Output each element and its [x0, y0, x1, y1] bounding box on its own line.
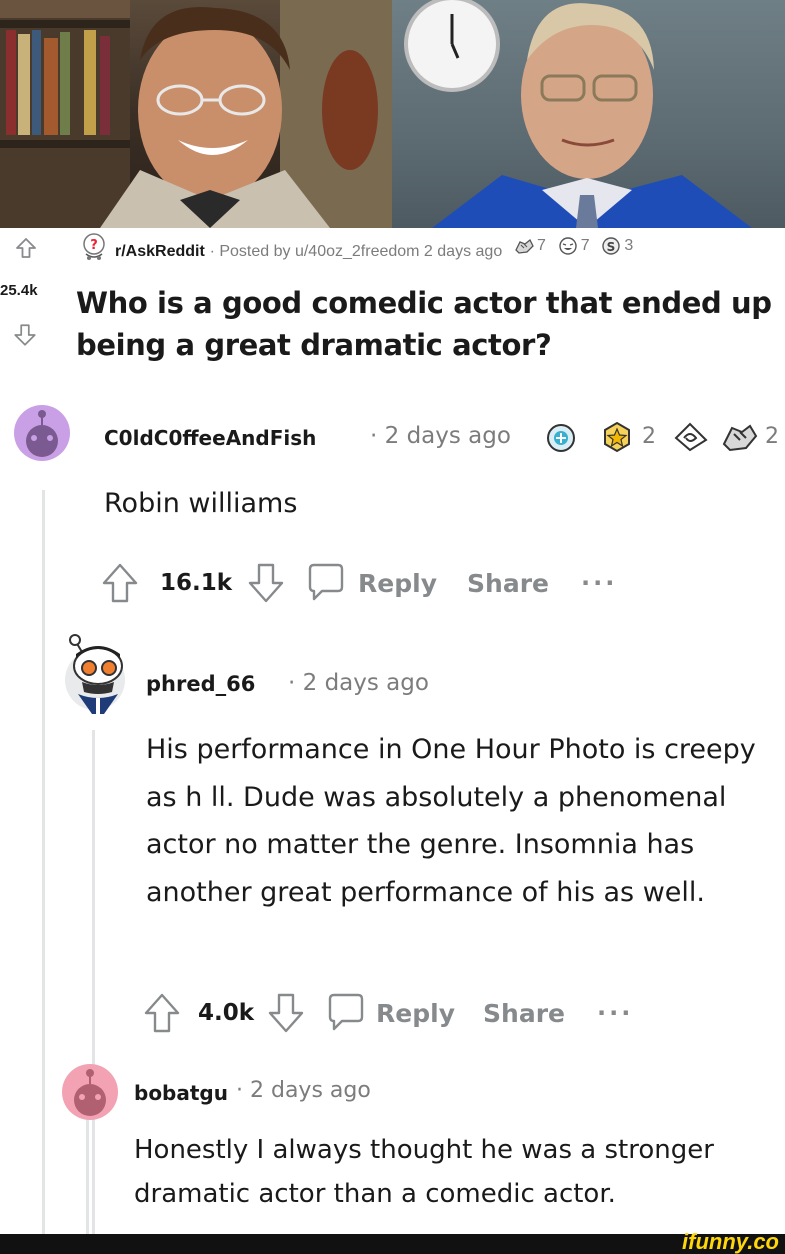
post-score: 25.4k — [0, 282, 38, 299]
share-button[interactable]: Share — [483, 999, 565, 1028]
thread-line[interactable] — [92, 730, 95, 1240]
comment-score: 16.1k — [160, 570, 233, 596]
award-gold-star-icon[interactable] — [600, 420, 634, 454]
thread-line[interactable] — [42, 490, 45, 1240]
comment-author[interactable]: C0ldC0ffeeAndFish — [104, 426, 316, 450]
comment-time: · 2 days ago — [370, 423, 511, 449]
comment-author[interactable]: bobatgu — [134, 1081, 228, 1105]
downvote-arrow-icon[interactable] — [246, 561, 286, 605]
comment-actions: 16.1k Reply Share ··· — [100, 560, 617, 606]
award-coin-icon: S — [602, 237, 621, 255]
post-meta-line: r/AskReddit · Posted by u/40oz_2freedom … — [115, 236, 633, 261]
comment-body: His performance in One Hour Photo is cre… — [146, 734, 756, 908]
ifunny-watermark: ifunny.co — [682, 1229, 779, 1254]
subreddit-name[interactable]: r/AskReddit — [115, 243, 205, 260]
award-count: 7 — [580, 237, 590, 254]
avatar[interactable] — [62, 1064, 118, 1120]
thread-line[interactable] — [86, 1100, 89, 1240]
reply-bubble-icon[interactable] — [324, 991, 368, 1035]
photo-left — [0, 0, 392, 228]
comment-body: Robin williams — [104, 488, 298, 519]
award-spiral-icon[interactable] — [672, 420, 710, 454]
comment-author[interactable]: phred_66 — [146, 672, 255, 696]
subreddit-icon[interactable]: ? — [80, 233, 108, 261]
footer-bar — [0, 1234, 785, 1254]
more-options-button[interactable]: ··· — [597, 999, 633, 1027]
avatar[interactable] — [62, 630, 128, 714]
post-award-3[interactable]: S 3 — [600, 236, 633, 256]
award-count: 7 — [537, 237, 546, 254]
comment-actions: 4.0k Reply Share ··· — [142, 990, 633, 1036]
award-count: 2 — [765, 424, 779, 449]
post-award-2[interactable]: 7 — [557, 236, 590, 256]
reply-bubble-icon[interactable] — [304, 561, 348, 605]
reply-button[interactable]: Reply — [358, 569, 437, 598]
award-laughing-face-icon — [558, 237, 577, 255]
award-hands-icon[interactable] — [720, 420, 760, 454]
upvote-arrow-icon[interactable] — [14, 236, 38, 260]
post-image[interactable] — [0, 0, 785, 228]
svg-text:S: S — [607, 240, 616, 254]
award-wholesome-icon[interactable] — [545, 422, 577, 454]
award-count: 3 — [624, 237, 634, 254]
award-hands-icon — [515, 238, 534, 254]
reply-button[interactable]: Reply — [376, 999, 455, 1028]
upvote-arrow-icon[interactable] — [100, 561, 140, 605]
posted-by[interactable]: · Posted by u/40oz_2freedom 2 days ago — [210, 243, 503, 260]
share-button[interactable]: Share — [467, 569, 549, 598]
downvote-arrow-icon[interactable] — [266, 991, 306, 1035]
more-options-button[interactable]: ··· — [581, 569, 617, 597]
comment-time: · 2 days ago — [288, 670, 429, 696]
upvote-arrow-icon[interactable] — [142, 991, 182, 1035]
svg-text:?: ? — [90, 238, 98, 253]
photo-right — [392, 0, 785, 228]
comment-score: 4.0k — [198, 1000, 255, 1026]
downvote-arrow-icon[interactable] — [12, 322, 38, 348]
avatar[interactable] — [14, 405, 70, 461]
comment-time: · 2 days ago — [236, 1078, 371, 1103]
award-count: 2 — [642, 424, 656, 449]
post-title[interactable]: Who is a good comedic actor that ended u… — [76, 282, 776, 366]
comment-body: Honestly I always thought he was a stron… — [134, 1135, 714, 1209]
post-award-1[interactable]: 7 — [513, 236, 546, 256]
